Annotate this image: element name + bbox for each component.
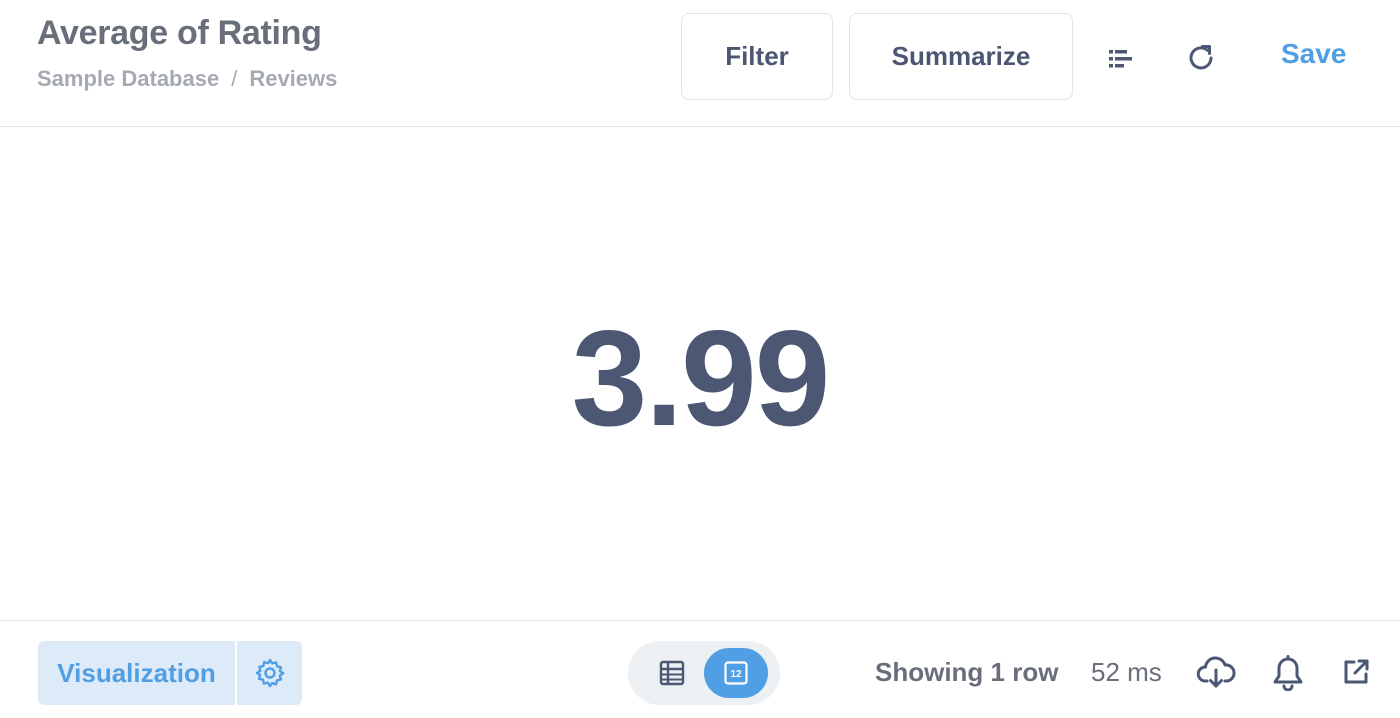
breadcrumb-table[interactable]: Reviews [249, 66, 337, 92]
number-icon: 12 [724, 661, 748, 685]
breadcrumb-separator: / [231, 66, 238, 91]
cloud-download-icon [1196, 656, 1236, 688]
scalar-view-toggle[interactable]: 12 [704, 648, 768, 698]
summarize-button[interactable]: Summarize [849, 13, 1073, 100]
notebook-icon [1109, 50, 1132, 68]
visualization-settings-button[interactable] [237, 641, 302, 705]
share-button[interactable] [1338, 654, 1374, 690]
table-view-toggle[interactable] [640, 648, 704, 698]
svg-text:12: 12 [730, 669, 742, 680]
execution-time: 52 ms [1091, 657, 1162, 687]
external-link-icon [1344, 659, 1369, 684]
row-count: Showing 1 row [875, 657, 1059, 687]
scalar-value[interactable]: 3.99 [572, 300, 831, 456]
view-toggle: 12 [628, 641, 780, 705]
download-button[interactable] [1194, 653, 1238, 693]
query-header: Average of Rating Sample Database / Revi… [0, 0, 1400, 127]
refresh-icon [1189, 45, 1213, 70]
table-icon [659, 660, 685, 686]
save-button[interactable]: Save [1281, 38, 1346, 70]
breadcrumb-database[interactable]: Sample Database [37, 66, 219, 92]
query-footer: Visualization 12 Showing 1 row 52 ms [0, 620, 1400, 718]
breadcrumb: Sample Database / Reviews [37, 66, 337, 92]
bell-icon [1273, 655, 1303, 691]
page-title: Average of Rating [37, 14, 322, 52]
alert-button[interactable] [1268, 653, 1308, 693]
refresh-button[interactable] [1180, 37, 1222, 79]
scalar-visualization: 3.99 [0, 128, 1400, 620]
gear-icon [255, 658, 284, 688]
visualization-button[interactable]: Visualization [38, 641, 235, 705]
notebook-editor-button[interactable] [1100, 38, 1142, 80]
filter-button[interactable]: Filter [681, 13, 833, 100]
